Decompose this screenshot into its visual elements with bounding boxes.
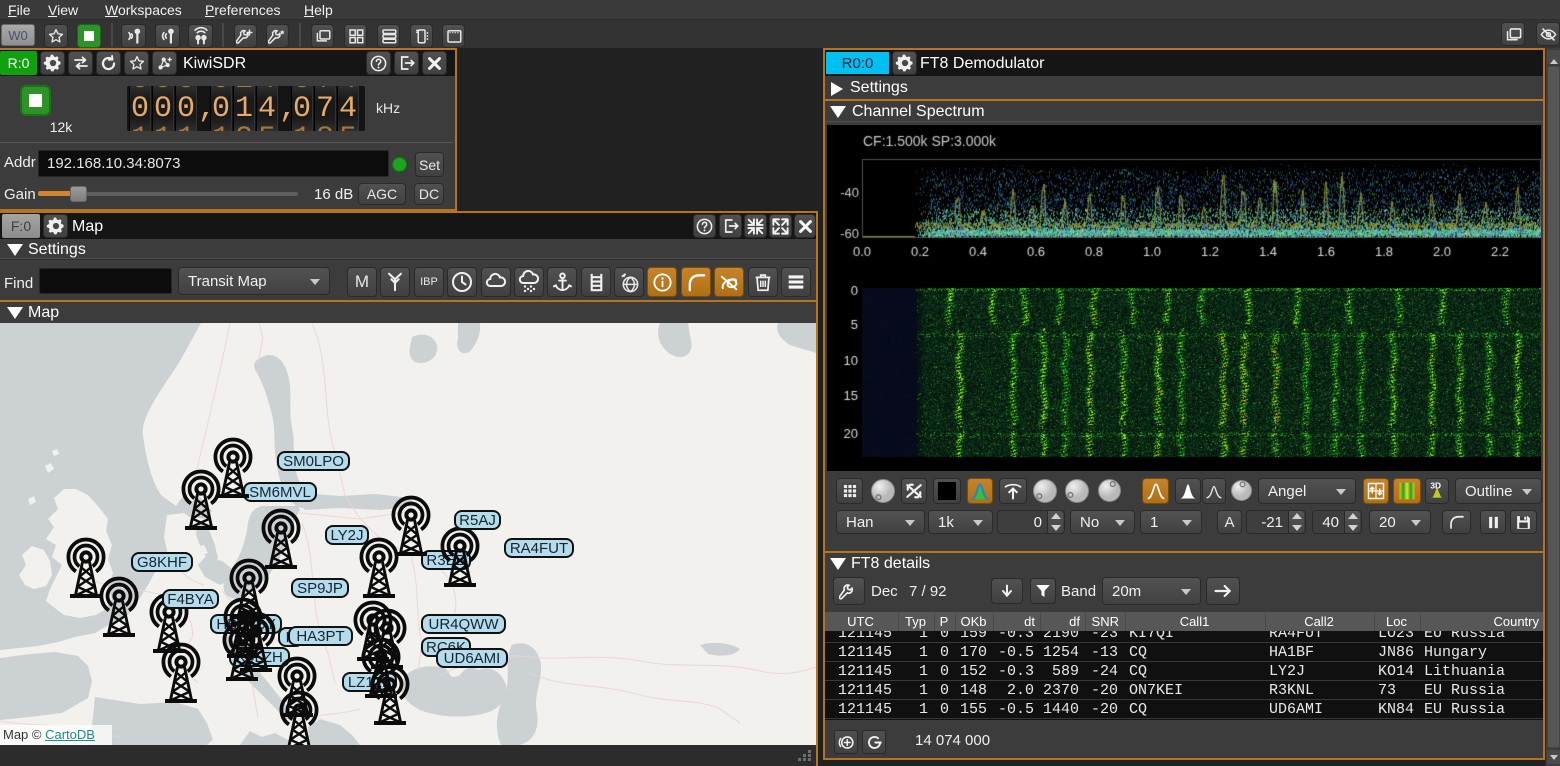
svg-text:3D: 3D [1430, 481, 1441, 491]
